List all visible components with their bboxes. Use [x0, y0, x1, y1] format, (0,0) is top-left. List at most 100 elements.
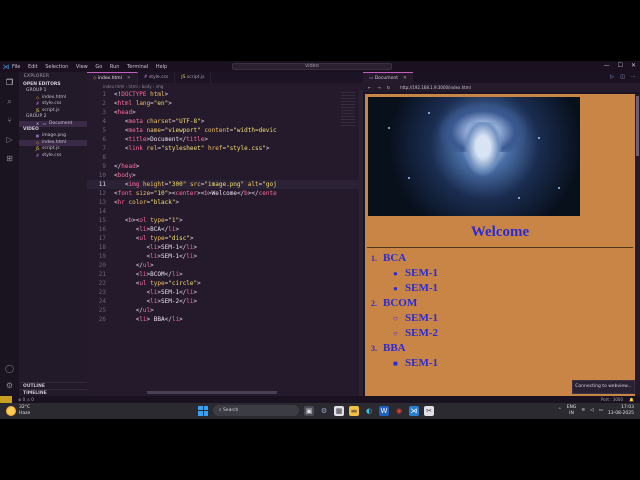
store-icon[interactable]: ▦	[334, 405, 344, 416]
code-line: 24 <li>SEM-2</li>	[98, 298, 198, 305]
code-line: 12 <font size="10"><center><b>Welcome</b>…	[98, 190, 277, 197]
code-line: 22 <ul type="circle">	[98, 280, 201, 287]
edge-browser-icon[interactable]: ◐	[364, 406, 374, 416]
word-icon[interactable]: W	[379, 405, 389, 416]
code-line: 10 <body>	[98, 172, 136, 179]
tab-script-js[interactable]: JS script.js	[175, 72, 212, 83]
run-debug-icon[interactable]: ▷	[5, 135, 14, 144]
menu-run[interactable]: Run	[110, 64, 120, 70]
vscode-taskbar-icon[interactable]: ⋊	[409, 405, 419, 416]
taskbar-search[interactable]: ⌕ Search	[213, 405, 299, 416]
code-line: 17 <ul type="disc">	[98, 235, 194, 242]
split-editor-icon[interactable]: ◫	[620, 74, 625, 80]
horizontal-rule	[367, 247, 633, 248]
minimap[interactable]	[341, 92, 355, 128]
menu-terminal[interactable]: Terminal	[127, 64, 148, 70]
temperature: 32°C	[19, 405, 31, 410]
notifications-icon[interactable]: 🔔	[629, 397, 634, 402]
code-editor[interactable]: 1 <!DOCTYPE html> 2 <html lang="en"> 3 <hea…	[87, 90, 363, 396]
window-controls: — ☐ ✕	[604, 62, 636, 69]
code-line: 18 <li>SEM-1</li>	[98, 244, 198, 251]
close-icon[interactable]: ✕	[127, 76, 131, 81]
windows-start-icon[interactable]	[198, 405, 208, 416]
minimize-button[interactable]: —	[604, 62, 610, 69]
breadcrumb[interactable]: index.html › html › body › img	[87, 83, 363, 90]
clock[interactable]: 17:03 13-08-2025	[608, 405, 634, 416]
explorer-sidebar: EXPLORER OPEN EDITORS GROUP 1 ◇ index.htm…	[19, 72, 87, 396]
close-icon[interactable]: ✕	[403, 76, 407, 81]
code-line-current: 11 <img height="300" src="image.png" alt…	[87, 180, 363, 189]
status-bar: ⊗ 0 ⚠ 0 Port : 3000 🔔	[0, 396, 640, 403]
file-label: style.css	[42, 152, 62, 158]
list-item: ○ SEM-2	[393, 327, 438, 339]
battery-icon[interactable]: ▭	[599, 408, 603, 413]
tab-label: index.html	[97, 76, 122, 81]
menu-view[interactable]: View	[76, 64, 88, 70]
settings-gear-icon[interactable]: ⚙	[5, 381, 14, 390]
css-file-icon: #	[35, 152, 40, 158]
vscode-logo-icon: ⋊	[2, 62, 10, 71]
back-icon[interactable]: ←	[368, 85, 371, 90]
source-control-icon[interactable]: ⑂	[5, 116, 14, 125]
code-line: 26 <li> BBA</li>	[98, 316, 183, 323]
code-line: 14	[98, 208, 106, 215]
file-explorer-icon[interactable]: ▬	[349, 405, 359, 416]
timeline-section[interactable]: TIMELINE	[19, 389, 87, 396]
menu-edit[interactable]: Edit	[28, 64, 38, 70]
menu-bar: File Edit Selection View Go Run Terminal…	[12, 64, 173, 70]
chrome-icon[interactable]: ◉	[394, 406, 404, 416]
file-label: Document	[49, 120, 73, 126]
tab-index-html[interactable]: ◇ index.html ✕	[87, 72, 138, 83]
language-indicator[interactable]: ENG IN	[567, 405, 577, 416]
remote-indicator[interactable]	[0, 396, 12, 403]
more-actions-icon[interactable]: ⋯	[631, 74, 636, 80]
windows-taskbar: 32°C Haze ⌕ Search ▣ ⚙ ▦ ▬ ◐ W ◉ ⋊ ✂ ⌃ E…	[0, 403, 640, 419]
tab-document[interactable]: ▭ Document ✕	[363, 72, 413, 83]
run-icon[interactable]: ▷	[610, 74, 614, 80]
tab-style-css[interactable]: # style.css	[138, 72, 176, 83]
preview-tabs: ▭ Document ✕	[363, 72, 640, 83]
code-line: 7 <link rel="stylesheet" href="style.css…	[102, 145, 270, 152]
menu-go[interactable]: Go	[95, 64, 102, 70]
preview-scrollbar[interactable]	[635, 94, 640, 396]
volume-icon[interactable]: ◁	[590, 408, 593, 413]
search-text: video	[305, 63, 319, 69]
code-line: 3 <head>	[102, 109, 136, 116]
list-item: ○ SEM-1	[393, 312, 438, 324]
account-icon[interactable]: ◯	[5, 364, 14, 373]
command-search[interactable]: video	[232, 63, 392, 70]
settings-gear-icon[interactable]: ⚙	[319, 406, 329, 416]
explorer-icon[interactable]: ❐	[5, 78, 14, 87]
task-view-icon[interactable]: ▣	[304, 405, 314, 416]
editor-tabs: ◇ index.html ✕ # style.css JS script.js	[87, 72, 363, 83]
browser-preview-panel: ▭ Document ✕ ▷ ◫ ⋯ ← → ↻ http://192.168.1…	[363, 72, 640, 396]
forward-icon[interactable]: →	[377, 85, 380, 90]
file-style-css[interactable]: # style.css	[19, 153, 87, 160]
search-icon[interactable]: ⌕	[5, 97, 14, 106]
connecting-toast: Connecting to webview...	[572, 380, 635, 394]
tab-label: Document	[374, 76, 399, 81]
chevron-up-icon[interactable]: ⌃	[558, 408, 562, 413]
maximize-button[interactable]: ☐	[618, 62, 623, 69]
snipping-tool-icon[interactable]: ✂	[424, 405, 434, 416]
menu-help[interactable]: Help	[156, 64, 167, 70]
reload-icon[interactable]: ↻	[387, 85, 390, 90]
list-item: ● SEM-1	[393, 267, 438, 279]
problems-indicator[interactable]: ⊗ 0 ⚠ 0	[18, 397, 34, 402]
editor-horizontal-scrollbar[interactable]	[147, 391, 277, 394]
live-server-port[interactable]: Port : 3000	[601, 397, 623, 402]
weather-widget[interactable]: 32°C Haze	[6, 405, 30, 416]
wifi-icon[interactable]: ≋	[581, 408, 585, 413]
list-item: 1. BCA	[371, 252, 407, 264]
code-line: 15 <b><ol type="1">	[98, 217, 183, 224]
close-button[interactable]: ✕	[631, 62, 636, 69]
url-field[interactable]: http://192.168.1.9:3000/index.html	[400, 85, 471, 90]
extensions-icon[interactable]: ⊞	[5, 154, 14, 163]
activity-bottom: ◯ ⚙	[5, 364, 14, 390]
outline-section[interactable]: OUTLINE	[19, 382, 87, 389]
code-line: 4 <meta charset="UTF-8">	[102, 118, 205, 125]
menu-selection[interactable]: Selection	[45, 64, 68, 70]
code-line: 5 <meta name="viewport" content="width=d…	[102, 127, 277, 134]
menu-file[interactable]: File	[12, 64, 20, 70]
panel-actions: ▷ ◫ ⋯	[610, 74, 636, 80]
